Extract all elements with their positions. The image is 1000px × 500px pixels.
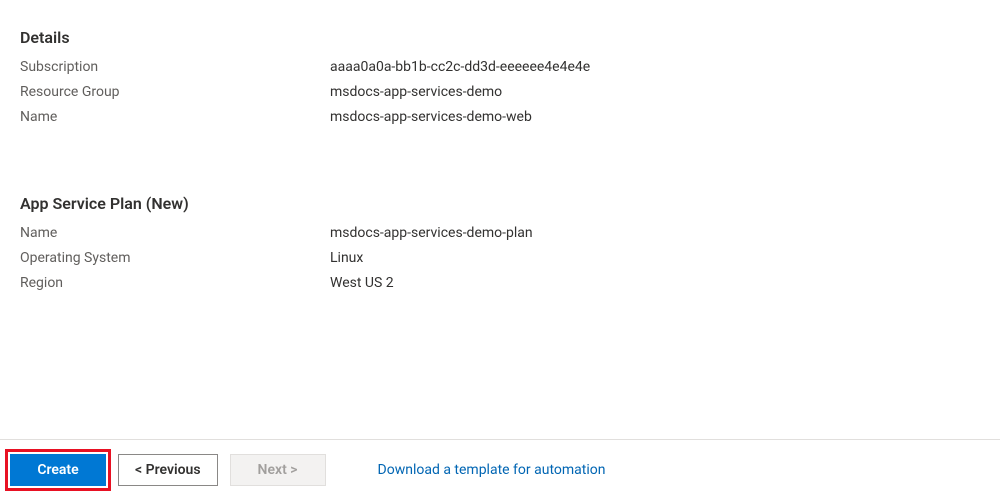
plan-label: Name <box>20 225 330 241</box>
plan-value: West US 2 <box>330 275 394 291</box>
previous-button[interactable]: < Previous <box>118 454 218 486</box>
detail-value: aaaa0a0a-bb1b-cc2c-dd3d-eeeeee4e4e4e <box>330 59 590 75</box>
detail-value: msdocs-app-services-demo <box>330 84 502 100</box>
wizard-footer: Create < Previous Next > Download a temp… <box>0 439 1000 500</box>
create-button[interactable]: Create <box>10 454 106 486</box>
detail-row-subscription: Subscription aaaa0a0a-bb1b-cc2c-dd3d-eee… <box>20 59 980 75</box>
app-service-plan-heading: App Service Plan (New) <box>20 194 980 213</box>
detail-value: msdocs-app-services-demo-web <box>330 109 532 125</box>
plan-row-name: Name msdocs-app-services-demo-plan <box>20 225 980 241</box>
plan-value: Linux <box>330 250 363 266</box>
details-heading: Details <box>20 28 980 47</box>
detail-label: Name <box>20 109 330 125</box>
detail-label: Resource Group <box>20 84 330 100</box>
detail-row-name: Name msdocs-app-services-demo-web <box>20 109 980 125</box>
download-template-link[interactable]: Download a template for automation <box>378 462 606 478</box>
plan-label: Region <box>20 275 330 291</box>
next-button: Next > <box>230 454 326 486</box>
plan-value: msdocs-app-services-demo-plan <box>330 225 533 241</box>
plan-row-os: Operating System Linux <box>20 250 980 266</box>
plan-row-region: Region West US 2 <box>20 275 980 291</box>
detail-label: Subscription <box>20 59 330 75</box>
detail-row-resource-group: Resource Group msdocs-app-services-demo <box>20 84 980 100</box>
plan-label: Operating System <box>20 250 330 266</box>
summary-panel: Details Subscription aaaa0a0a-bb1b-cc2c-… <box>0 0 1000 291</box>
